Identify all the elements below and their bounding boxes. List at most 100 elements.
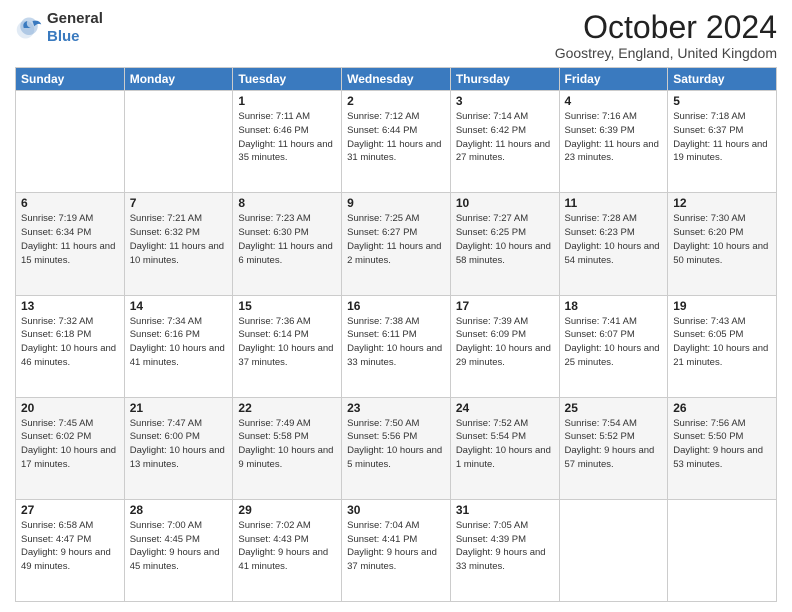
day-number: 30 bbox=[347, 503, 445, 517]
day-info: Sunrise: 7:11 AM Sunset: 6:46 PM Dayligh… bbox=[238, 110, 336, 165]
calendar-week-4: 27 Sunrise: 6:58 AM Sunset: 4:47 PM Dayli… bbox=[16, 499, 777, 601]
day-info: Sunrise: 7:27 AM Sunset: 6:25 PM Dayligh… bbox=[456, 212, 554, 267]
day-number: 24 bbox=[456, 401, 554, 415]
calendar-cell: 3Sunrise: 7:14 AM Sunset: 6:42 PM Daylig… bbox=[450, 91, 559, 193]
calendar-cell bbox=[559, 499, 668, 601]
day-number: 31 bbox=[456, 503, 554, 517]
day-info: Sunrise: 7:49 AM Sunset: 5:58 PM Dayligh… bbox=[238, 417, 336, 472]
logo-general: General bbox=[47, 10, 103, 28]
calendar-cell: 5 Sunrise: 7:18 AM Sunset: 6:37 PM Daylig… bbox=[668, 91, 777, 193]
day-info: Sunrise: 7:50 AM Sunset: 5:56 PM Dayligh… bbox=[347, 417, 445, 472]
header-sunday: Sunday bbox=[16, 68, 125, 91]
calendar-week-3: 20 Sunrise: 7:45 AM Sunset: 6:02 PM Dayli… bbox=[16, 397, 777, 499]
calendar-cell: 20 Sunrise: 7:45 AM Sunset: 6:02 PM Dayli… bbox=[16, 397, 125, 499]
calendar-cell: 21Sunrise: 7:47 AM Sunset: 6:00 PM Dayli… bbox=[124, 397, 233, 499]
month-title: October 2024 bbox=[555, 10, 777, 45]
calendar-week-2: 13 Sunrise: 7:32 AM Sunset: 6:18 PM Dayli… bbox=[16, 295, 777, 397]
day-number: 6 bbox=[21, 196, 119, 210]
day-number: 13 bbox=[21, 299, 119, 313]
day-headers-row: Sunday Monday Tuesday Wednesday Thursday… bbox=[16, 68, 777, 91]
calendar-table: Sunday Monday Tuesday Wednesday Thursday… bbox=[15, 67, 777, 602]
calendar-cell: 15 Sunrise: 7:36 AM Sunset: 6:14 PM Dayli… bbox=[233, 295, 342, 397]
header: General Blue October 2024 Goostrey, Engl… bbox=[15, 10, 777, 61]
day-info: Sunrise: 7:45 AM Sunset: 6:02 PM Dayligh… bbox=[21, 417, 119, 472]
calendar-cell bbox=[668, 499, 777, 601]
day-number: 22 bbox=[238, 401, 336, 415]
calendar-cell: 26Sunrise: 7:56 AM Sunset: 5:50 PM Dayli… bbox=[668, 397, 777, 499]
calendar-cell: 18Sunrise: 7:41 AM Sunset: 6:07 PM Dayli… bbox=[559, 295, 668, 397]
calendar-cell: 23Sunrise: 7:50 AM Sunset: 5:56 PM Dayli… bbox=[342, 397, 451, 499]
day-info: Sunrise: 7:39 AM Sunset: 6:09 PM Dayligh… bbox=[456, 315, 554, 370]
day-number: 4 bbox=[565, 94, 663, 108]
calendar-header: Sunday Monday Tuesday Wednesday Thursday… bbox=[16, 68, 777, 91]
calendar-cell: 19 Sunrise: 7:43 AM Sunset: 6:05 PM Dayli… bbox=[668, 295, 777, 397]
calendar-cell: 7 Sunrise: 7:21 AM Sunset: 6:32 PM Daylig… bbox=[124, 193, 233, 295]
day-info: Sunrise: 7:21 AM Sunset: 6:32 PM Dayligh… bbox=[130, 212, 228, 267]
page: General Blue October 2024 Goostrey, Engl… bbox=[0, 0, 792, 612]
calendar-cell: 16 Sunrise: 7:38 AM Sunset: 6:11 PM Dayli… bbox=[342, 295, 451, 397]
calendar-cell: 12Sunrise: 7:30 AM Sunset: 6:20 PM Dayli… bbox=[668, 193, 777, 295]
title-section: October 2024 Goostrey, England, United K… bbox=[555, 10, 777, 61]
day-number: 20 bbox=[21, 401, 119, 415]
calendar-cell: 29Sunrise: 7:02 AM Sunset: 4:43 PM Dayli… bbox=[233, 499, 342, 601]
calendar-cell: 9Sunrise: 7:25 AM Sunset: 6:27 PM Daylig… bbox=[342, 193, 451, 295]
day-number: 19 bbox=[673, 299, 771, 313]
day-info: Sunrise: 7:54 AM Sunset: 5:52 PM Dayligh… bbox=[565, 417, 663, 472]
day-number: 5 bbox=[673, 94, 771, 108]
day-info: Sunrise: 7:18 AM Sunset: 6:37 PM Dayligh… bbox=[673, 110, 771, 165]
calendar-cell: 22 Sunrise: 7:49 AM Sunset: 5:58 PM Dayli… bbox=[233, 397, 342, 499]
calendar-cell: 11 Sunrise: 7:28 AM Sunset: 6:23 PM Dayli… bbox=[559, 193, 668, 295]
day-number: 15 bbox=[238, 299, 336, 313]
day-info: Sunrise: 7:43 AM Sunset: 6:05 PM Dayligh… bbox=[673, 315, 771, 370]
day-info: Sunrise: 7:16 AM Sunset: 6:39 PM Dayligh… bbox=[565, 110, 663, 165]
day-info: Sunrise: 7:05 AM Sunset: 4:39 PM Dayligh… bbox=[456, 519, 554, 574]
day-info: Sunrise: 7:32 AM Sunset: 6:18 PM Dayligh… bbox=[21, 315, 119, 370]
day-info: Sunrise: 7:19 AM Sunset: 6:34 PM Dayligh… bbox=[21, 212, 119, 267]
day-info: Sunrise: 7:23 AM Sunset: 6:30 PM Dayligh… bbox=[238, 212, 336, 267]
calendar-cell: 30 Sunrise: 7:04 AM Sunset: 4:41 PM Dayli… bbox=[342, 499, 451, 601]
day-info: Sunrise: 7:12 AM Sunset: 6:44 PM Dayligh… bbox=[347, 110, 445, 165]
calendar-cell: 24Sunrise: 7:52 AM Sunset: 5:54 PM Dayli… bbox=[450, 397, 559, 499]
day-number: 12 bbox=[673, 196, 771, 210]
day-info: Sunrise: 6:58 AM Sunset: 4:47 PM Dayligh… bbox=[21, 519, 119, 574]
day-number: 3 bbox=[456, 94, 554, 108]
calendar-cell: 27 Sunrise: 6:58 AM Sunset: 4:47 PM Dayli… bbox=[16, 499, 125, 601]
calendar-cell: 6 Sunrise: 7:19 AM Sunset: 6:34 PM Daylig… bbox=[16, 193, 125, 295]
calendar-cell: 8Sunrise: 7:23 AM Sunset: 6:30 PM Daylig… bbox=[233, 193, 342, 295]
calendar-cell: 14 Sunrise: 7:34 AM Sunset: 6:16 PM Dayli… bbox=[124, 295, 233, 397]
calendar-cell: 4 Sunrise: 7:16 AM Sunset: 6:39 PM Daylig… bbox=[559, 91, 668, 193]
day-info: Sunrise: 7:36 AM Sunset: 6:14 PM Dayligh… bbox=[238, 315, 336, 370]
day-number: 17 bbox=[456, 299, 554, 313]
day-info: Sunrise: 7:41 AM Sunset: 6:07 PM Dayligh… bbox=[565, 315, 663, 370]
header-monday: Monday bbox=[124, 68, 233, 91]
header-friday: Friday bbox=[559, 68, 668, 91]
header-thursday: Thursday bbox=[450, 68, 559, 91]
header-tuesday: Tuesday bbox=[233, 68, 342, 91]
day-info: Sunrise: 7:02 AM Sunset: 4:43 PM Dayligh… bbox=[238, 519, 336, 574]
day-number: 16 bbox=[347, 299, 445, 313]
calendar-cell: 28Sunrise: 7:00 AM Sunset: 4:45 PM Dayli… bbox=[124, 499, 233, 601]
day-number: 11 bbox=[565, 196, 663, 210]
day-number: 14 bbox=[130, 299, 228, 313]
calendar-week-1: 6 Sunrise: 7:19 AM Sunset: 6:34 PM Daylig… bbox=[16, 193, 777, 295]
logo-icon bbox=[15, 14, 43, 42]
calendar-cell bbox=[124, 91, 233, 193]
calendar-cell: 2 Sunrise: 7:12 AM Sunset: 6:44 PM Daylig… bbox=[342, 91, 451, 193]
day-info: Sunrise: 7:04 AM Sunset: 4:41 PM Dayligh… bbox=[347, 519, 445, 574]
logo: General Blue bbox=[15, 10, 103, 46]
day-info: Sunrise: 7:34 AM Sunset: 6:16 PM Dayligh… bbox=[130, 315, 228, 370]
location-subtitle: Goostrey, England, United Kingdom bbox=[555, 45, 777, 61]
calendar-cell: 13 Sunrise: 7:32 AM Sunset: 6:18 PM Dayli… bbox=[16, 295, 125, 397]
day-number: 10 bbox=[456, 196, 554, 210]
logo-blue: Blue bbox=[47, 28, 103, 46]
day-number: 2 bbox=[347, 94, 445, 108]
day-info: Sunrise: 7:38 AM Sunset: 6:11 PM Dayligh… bbox=[347, 315, 445, 370]
calendar-cell: 31 Sunrise: 7:05 AM Sunset: 4:39 PM Dayli… bbox=[450, 499, 559, 601]
day-number: 7 bbox=[130, 196, 228, 210]
day-number: 27 bbox=[21, 503, 119, 517]
day-info: Sunrise: 7:47 AM Sunset: 6:00 PM Dayligh… bbox=[130, 417, 228, 472]
calendar-cell: 10 Sunrise: 7:27 AM Sunset: 6:25 PM Dayli… bbox=[450, 193, 559, 295]
day-info: Sunrise: 7:28 AM Sunset: 6:23 PM Dayligh… bbox=[565, 212, 663, 267]
day-number: 1 bbox=[238, 94, 336, 108]
calendar-cell bbox=[16, 91, 125, 193]
